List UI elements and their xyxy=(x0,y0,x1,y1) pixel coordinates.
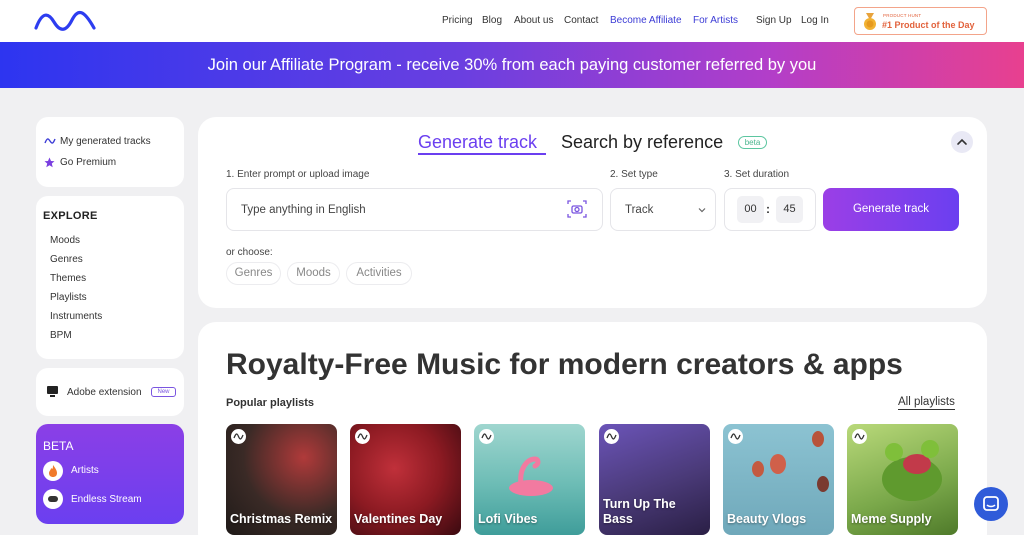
sidebar-item-go-premium[interactable]: Go Premium xyxy=(60,157,116,168)
chip-activities[interactable]: Activities xyxy=(346,262,412,285)
frog-image xyxy=(882,440,942,501)
type-label: 2. Set type xyxy=(610,169,658,180)
explore-heading: EXPLORE xyxy=(43,210,98,222)
wave-badge-icon xyxy=(231,429,246,444)
nav-about[interactable]: About us xyxy=(514,15,553,26)
generate-track-button[interactable]: Generate track xyxy=(823,188,959,231)
sidebar-item-playlists[interactable]: Playlists xyxy=(50,292,87,303)
active-tab-underline xyxy=(418,153,546,155)
tab-generate-track[interactable]: Generate track xyxy=(418,132,537,153)
sidebar-item-themes[interactable]: Themes xyxy=(50,273,86,284)
camera-upload-icon[interactable] xyxy=(567,199,587,219)
flamingo-float-image xyxy=(509,456,553,496)
nav-pricing[interactable]: Pricing xyxy=(442,15,473,26)
product-hunt-title: #1 Product of the Day xyxy=(882,20,975,30)
playlist-name: Turn Up The Bass xyxy=(603,497,676,526)
top-header: Pricing Blog About us Contact Become Aff… xyxy=(0,0,1024,42)
chevron-up-icon xyxy=(957,138,967,145)
nav-blog[interactable]: Blog xyxy=(482,15,502,26)
playlist-tile[interactable]: Christmas Remix xyxy=(226,424,337,535)
nav-log-in[interactable]: Log In xyxy=(801,15,829,26)
beta-pill: beta xyxy=(738,136,767,149)
chevron-down-icon xyxy=(698,208,706,213)
star-icon xyxy=(44,157,55,168)
tab-search-by-reference[interactable]: Search by reference xyxy=(561,132,723,153)
product-hunt-label: PRODUCT HUNT xyxy=(883,13,922,18)
banner-text: Join our Affiliate Program - receive 30%… xyxy=(207,56,817,74)
wave-badge-icon xyxy=(479,429,494,444)
playlist-name: Beauty Vlogs xyxy=(727,512,807,526)
wave-icon xyxy=(44,138,56,144)
logo-icon[interactable] xyxy=(34,10,96,32)
playlist-tile[interactable]: Meme Supply xyxy=(847,424,958,535)
chip-moods[interactable]: Moods xyxy=(287,262,340,285)
playlist-tile[interactable]: Turn Up The Bass xyxy=(599,424,710,535)
playlist-name: Meme Supply xyxy=(851,512,932,526)
popular-playlists-label: Popular playlists xyxy=(226,397,315,409)
all-playlists-link[interactable]: All playlists xyxy=(898,396,955,410)
playlist-tile[interactable]: Valentines Day xyxy=(350,424,461,535)
affiliate-banner[interactable]: Join our Affiliate Program - receive 30%… xyxy=(0,42,1024,88)
wave-badge-icon xyxy=(604,429,619,444)
wave-badge-icon xyxy=(852,429,867,444)
prompt-placeholder: Type anything in English xyxy=(241,204,366,216)
duration-colon: : xyxy=(766,202,770,216)
type-value: Track xyxy=(625,204,654,216)
nav-for-artists[interactable]: For Artists xyxy=(693,15,738,26)
page-title: Royalty-Free Music for modern creators &… xyxy=(226,348,903,381)
new-badge: New xyxy=(151,387,176,397)
playlist-name: Lofi Vibes xyxy=(478,512,538,526)
wave-badge-icon xyxy=(728,429,743,444)
duration-label: 3. Set duration xyxy=(724,169,790,180)
sidebar-item-genres[interactable]: Genres xyxy=(50,254,83,265)
duration-seconds[interactable]: 45 xyxy=(776,196,803,223)
sidebar-quick-card xyxy=(36,117,184,187)
medal-icon xyxy=(864,13,876,30)
nav-sign-up[interactable]: Sign Up xyxy=(756,15,792,26)
playlist-tile[interactable]: Lofi Vibes xyxy=(474,424,585,535)
playlist-tile[interactable]: Beauty Vlogs xyxy=(723,424,834,535)
beta-heading: BETA xyxy=(43,439,74,453)
chip-genres[interactable]: Genres xyxy=(226,262,281,285)
sidebar-item-moods[interactable]: Moods xyxy=(50,235,80,246)
nav-become-affiliate[interactable]: Become Affiliate xyxy=(610,15,682,26)
sidebar-item-my-tracks[interactable]: My generated tracks xyxy=(60,136,151,147)
fire-icon xyxy=(43,461,63,481)
collapse-button[interactable] xyxy=(951,131,973,153)
adobe-extension-label: Adobe extension xyxy=(67,387,142,398)
nav-contact[interactable]: Contact xyxy=(564,15,598,26)
gamepad-icon xyxy=(43,489,63,509)
sidebar-item-bpm[interactable]: BPM xyxy=(50,330,72,341)
or-choose-label: or choose: xyxy=(226,247,273,258)
chat-support-button[interactable] xyxy=(974,487,1008,521)
wave-badge-icon xyxy=(355,429,370,444)
beta-item-artists[interactable]: Artists xyxy=(71,465,99,476)
duration-minutes[interactable]: 00 xyxy=(737,196,764,223)
monitor-icon xyxy=(47,386,58,397)
balloons-image xyxy=(752,431,829,492)
sidebar-item-instruments[interactable]: Instruments xyxy=(50,311,102,322)
playlist-name: Valentines Day xyxy=(354,512,443,526)
prompt-label: 1. Enter prompt or upload image xyxy=(226,169,370,180)
playlist-name: Christmas Remix xyxy=(230,512,333,526)
beta-item-endless-stream[interactable]: Endless Stream xyxy=(71,494,142,505)
product-hunt-badge[interactable]: PRODUCT HUNT #1 Product of the Day xyxy=(854,7,987,35)
chat-icon xyxy=(983,496,999,511)
